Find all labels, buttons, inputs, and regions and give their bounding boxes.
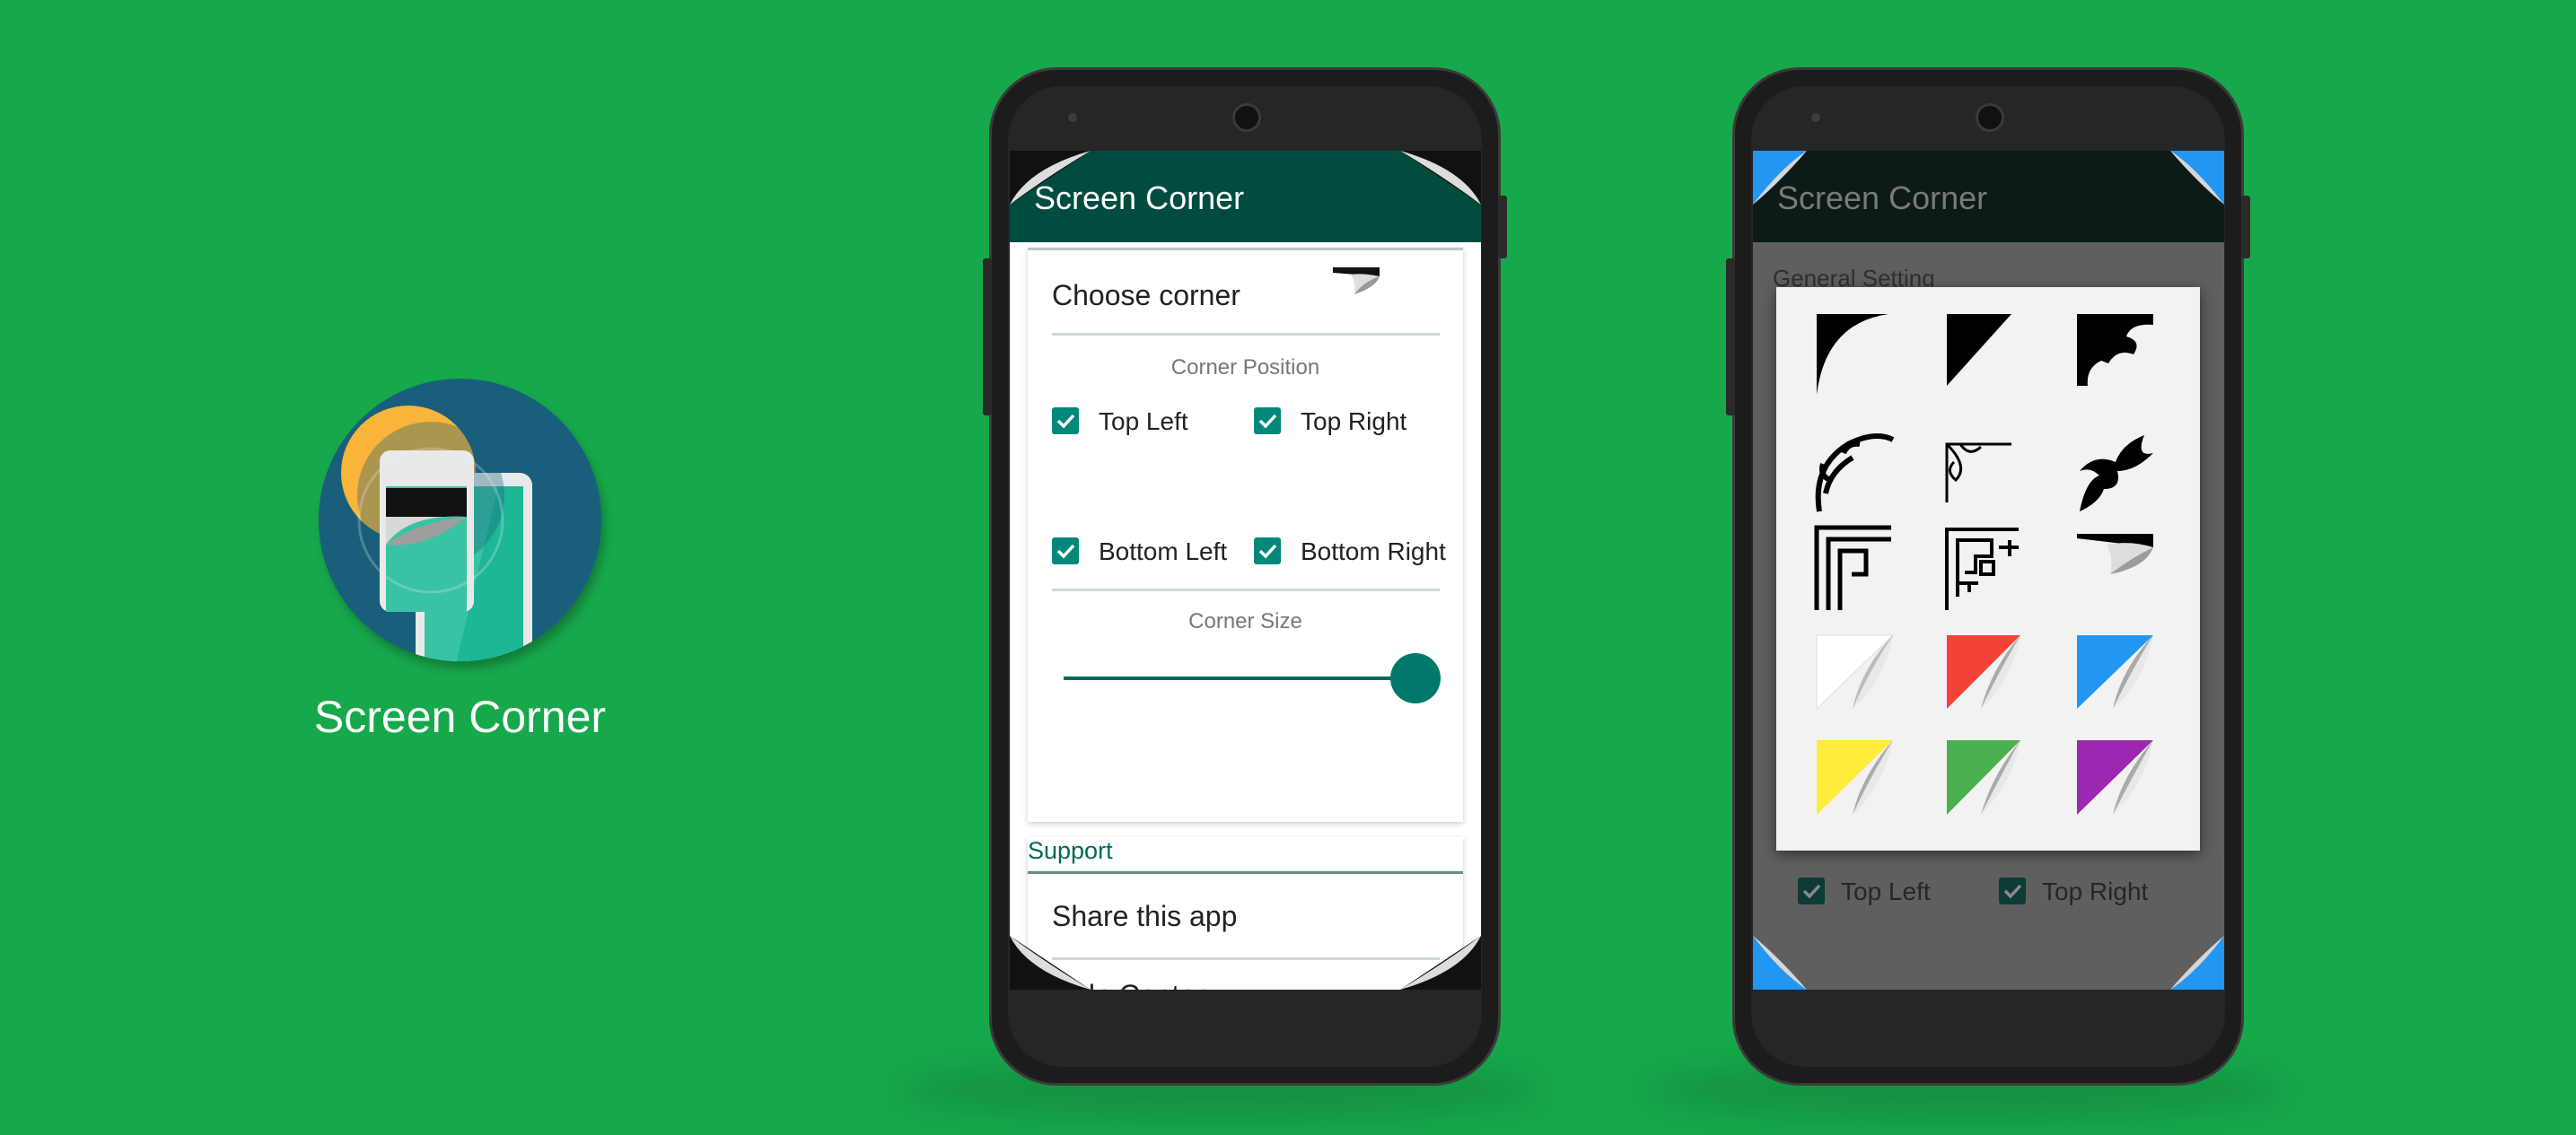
checkbox-bottom-right[interactable]: Bottom Right	[1254, 537, 1460, 573]
checkmark-icon	[1802, 884, 1821, 899]
share-app-label: Share this app	[1052, 900, 1238, 932]
slider-track	[1064, 677, 1441, 680]
corner-style-vine[interactable]	[1815, 433, 1895, 512]
slider-thumb[interactable]	[1390, 653, 1441, 703]
corner-style-dialog	[1776, 287, 2200, 851]
selected-corner-preview-icon	[1333, 267, 1380, 294]
corner-style-page-curl-white[interactable]	[1816, 634, 1895, 711]
corner-curl-bottom-left-blue	[1753, 936, 1807, 990]
checkbox-top-left[interactable]: Top Left	[1052, 407, 1222, 443]
phone-mockup-right: Screen Corner General Setting Top Left T…	[1726, 67, 2250, 1086]
corner-style-page-curl-black[interactable]	[2077, 534, 2153, 574]
checkbox-box	[1254, 407, 1281, 434]
corner-curl-top-right	[1400, 151, 1481, 205]
power-button	[2241, 196, 2250, 258]
app-bar-dimmed: Screen Corner	[1753, 151, 2224, 242]
checkbox-label: Bottom Left	[1099, 537, 1228, 565]
corner-style-page-curl-green[interactable]	[1947, 740, 2020, 815]
corner-curl-top-left-blue	[1753, 151, 1807, 205]
checkmark-icon	[1258, 414, 1277, 429]
app-icon	[319, 379, 601, 661]
corner-curl-top-left	[1010, 151, 1091, 205]
section-divider	[1028, 871, 1463, 874]
app-bar-title: Screen Corner	[1777, 179, 1988, 216]
checkbox-top-right[interactable]: Top Right	[1254, 407, 1451, 443]
corner-style-page-curl-yellow[interactable]	[1817, 740, 1893, 815]
checkbox-label: Bottom Right	[1301, 537, 1446, 565]
checkbox-label: Top Left	[1099, 407, 1188, 435]
volume-button	[1726, 258, 1735, 415]
row-divider	[1052, 589, 1440, 591]
phone-camera	[1232, 103, 1261, 132]
checkbox-box	[1254, 537, 1281, 564]
checkbox-label: Top Right	[1301, 407, 1407, 435]
checkbox-bottom-left[interactable]: Bottom Left	[1052, 537, 1245, 573]
corner-style-floral[interactable]	[2080, 435, 2153, 511]
corner-curl-bottom-right-blue	[2170, 936, 2224, 990]
settings-card: Choose corner Corner Position Top Left T…	[1028, 248, 1463, 822]
app-logo-graphic	[341, 406, 532, 661]
phone-sensor	[1068, 113, 1077, 122]
checkbox-box	[1052, 537, 1079, 564]
corner-style-grid	[1814, 314, 2153, 815]
row-divider	[1052, 333, 1440, 336]
checkbox-top-right-dimmed[interactable]: Top Right	[1999, 877, 2178, 910]
support-header: Support	[1028, 837, 1113, 864]
corner-size-slider[interactable]	[1064, 651, 1441, 705]
phone-screen: Screen Corner General Setting Top Left T…	[1753, 151, 2224, 990]
corner-size-caption: Corner Size	[1188, 609, 1302, 633]
row-divider	[1052, 957, 1440, 960]
corner-style-page-curl-red[interactable]	[1947, 635, 2020, 709]
phone-mockup-left: Screen Corner Choose corner Corner Posit…	[983, 67, 1507, 1086]
corner-style-quarter-circle[interactable]	[1817, 314, 1888, 395]
checkbox-box	[1999, 877, 2026, 904]
choose-corner-row[interactable]: Choose corner	[1028, 248, 1463, 333]
support-card: Support Share this app Help Center	[1028, 837, 1463, 990]
checkbox-label: Top Right	[2042, 877, 2149, 905]
corner-style-greek-key[interactable]	[1814, 525, 1891, 610]
corner-style-maze[interactable]	[1945, 528, 2019, 610]
corner-style-swirl[interactable]	[1945, 442, 2011, 502]
corner-position-caption: Corner Position	[1170, 355, 1320, 380]
checkmark-icon	[1258, 544, 1277, 559]
corner-curl-top-right-blue	[2170, 151, 2224, 205]
choose-corner-label: Choose corner	[1052, 279, 1240, 311]
volume-button	[983, 258, 992, 415]
app-name: Screen Corner	[313, 692, 607, 742]
checkbox-box	[1798, 877, 1825, 904]
corner-curl-bottom-left	[1010, 936, 1091, 990]
corner-style-page-curl-purple[interactable]	[2077, 740, 2153, 815]
corner-curl-bottom-right	[1400, 936, 1481, 990]
phone-screen: Screen Corner Choose corner Corner Posit…	[1010, 151, 1481, 990]
help-center-row[interactable]: Help Center	[1028, 961, 1463, 990]
checkmark-icon	[1056, 544, 1075, 559]
phone-camera	[1976, 103, 2004, 132]
checkmark-icon	[2003, 884, 2022, 899]
checkbox-label: Top Left	[1841, 877, 1931, 905]
share-app-row[interactable]: Share this app	[1028, 875, 1463, 957]
checkbox-top-left-dimmed[interactable]: Top Left	[1798, 877, 1959, 910]
corner-style-page-curl-blue[interactable]	[2077, 635, 2153, 709]
checkmark-icon	[1056, 414, 1075, 429]
corner-style-triangle[interactable]	[1947, 314, 2011, 386]
phone-sensor	[1811, 113, 1820, 122]
power-button	[1498, 196, 1507, 258]
checkbox-box	[1052, 407, 1079, 434]
corner-style-ornate[interactable]	[2077, 314, 2153, 386]
